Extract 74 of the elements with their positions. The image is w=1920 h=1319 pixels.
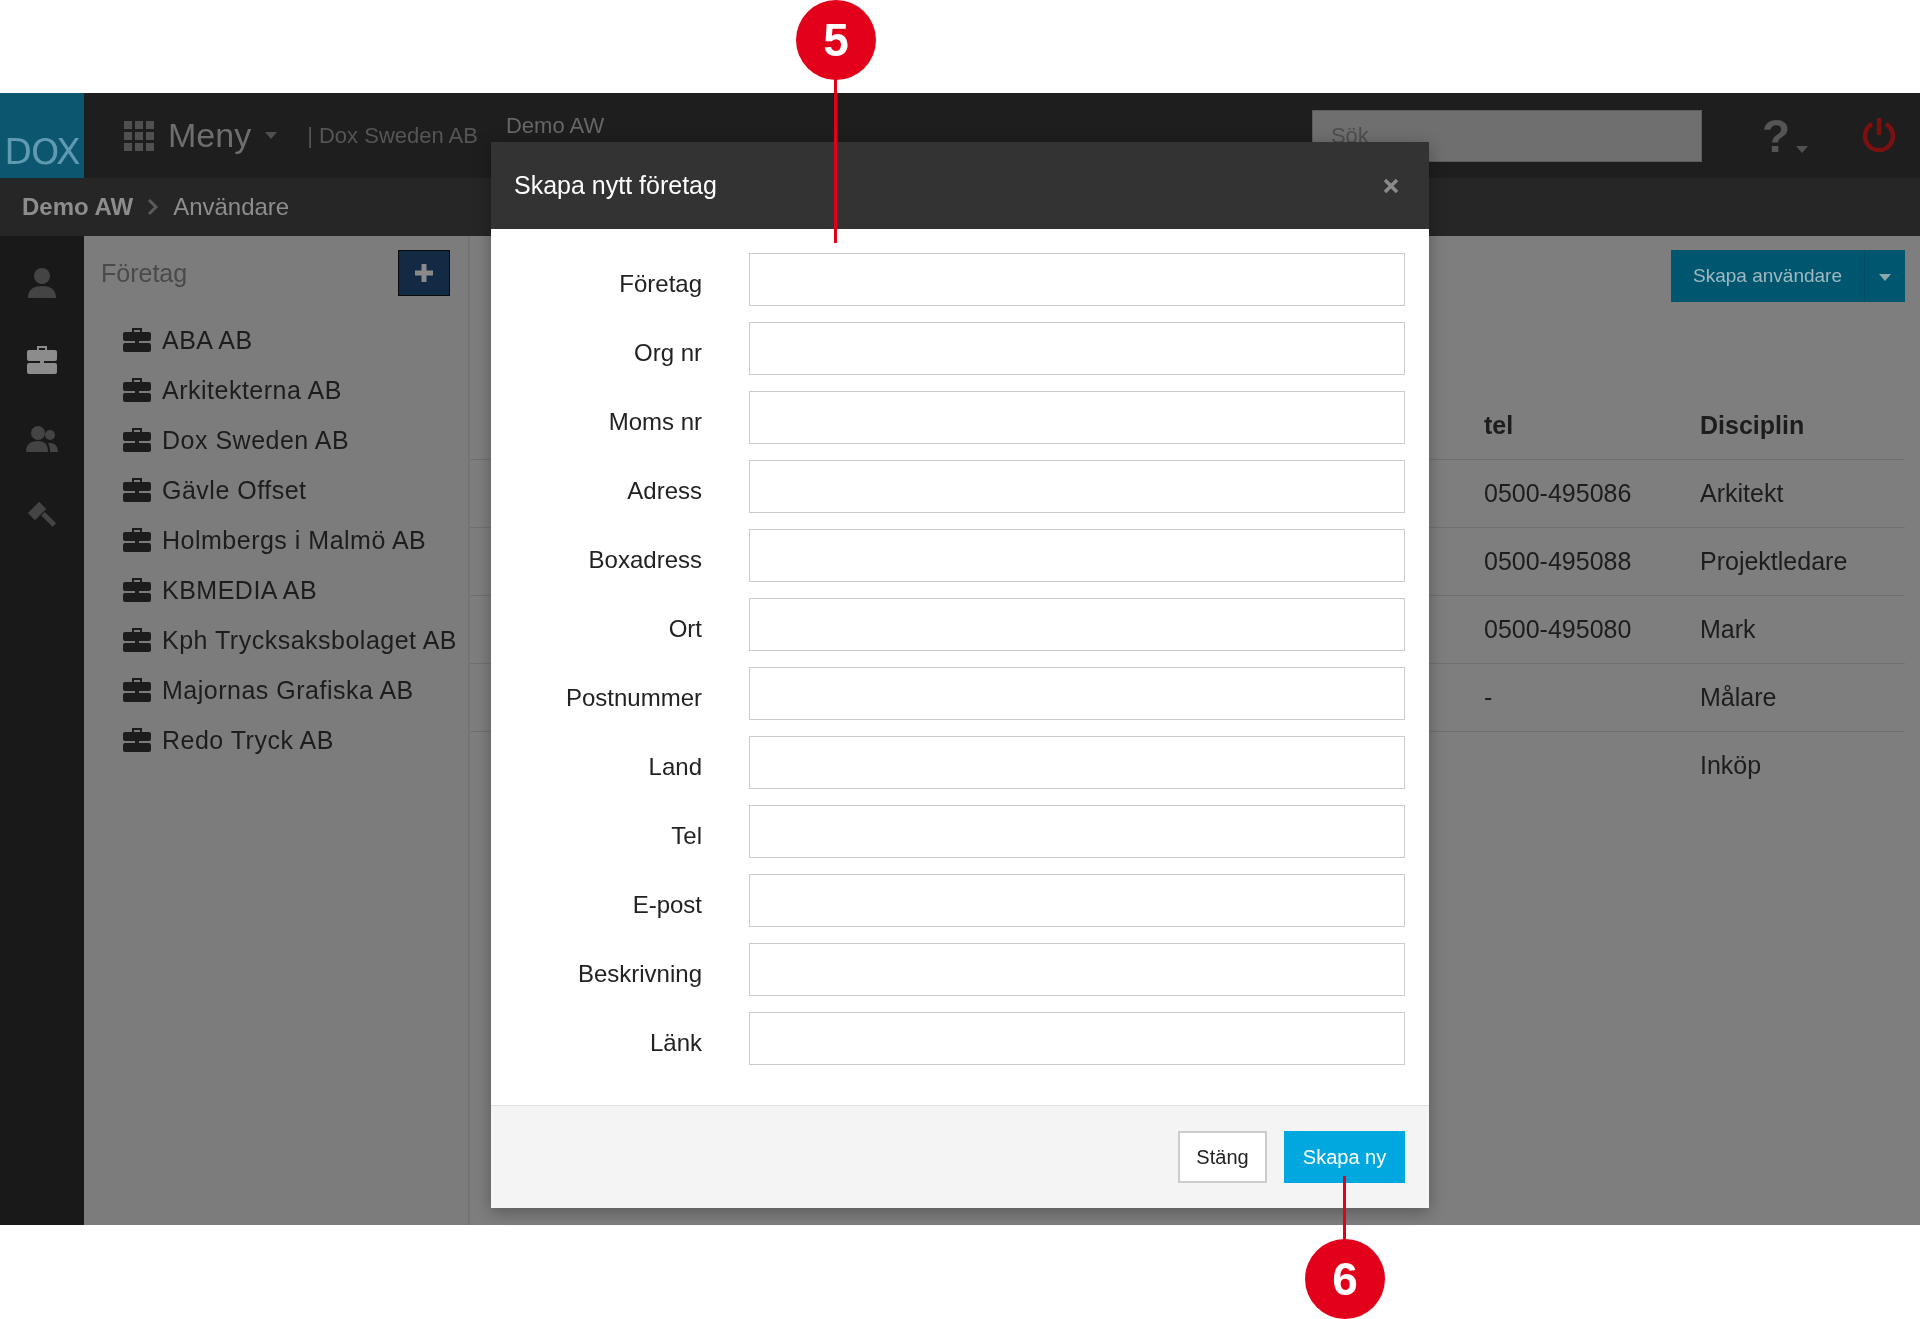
company-item[interactable]: Majornas Grafiska AB xyxy=(122,672,468,708)
table-cell: Målare xyxy=(1700,683,1777,712)
field-label: Org nr xyxy=(633,337,702,367)
field-label: Land xyxy=(647,751,702,781)
table-cell: Mark xyxy=(1700,615,1756,644)
company-item[interactable]: Gävle Offset xyxy=(122,472,468,508)
grid-icon xyxy=(124,120,154,151)
input-field[interactable] xyxy=(749,598,1405,651)
briefcase-icon xyxy=(122,477,152,503)
company-item[interactable]: Arkitekterna AB xyxy=(122,372,468,408)
create-button[interactable]: Skapa ny xyxy=(1284,1131,1405,1183)
field-label: Länk xyxy=(648,1027,702,1057)
briefcase-icon xyxy=(122,427,152,453)
caret-icon xyxy=(265,132,278,139)
table-cell-text: - xyxy=(1484,683,1494,712)
project-name[interactable]: Demo AW xyxy=(505,113,605,139)
briefcase-icon xyxy=(122,727,152,753)
table-cell: Inköp xyxy=(1700,751,1762,780)
briefcase-icon xyxy=(122,627,152,653)
column-header[interactable]: tel xyxy=(1484,411,1700,440)
add-button[interactable] xyxy=(398,250,450,296)
logo[interactable]: DOX xyxy=(0,93,84,178)
field-label: Boxadress xyxy=(587,544,702,574)
breadcrumb-item[interactable]: Användare xyxy=(173,193,290,221)
field-label: Beskrivning xyxy=(576,958,702,988)
company-item[interactable]: Dox Sweden AB xyxy=(122,422,468,458)
company-item[interactable]: KBMEDIA AB xyxy=(122,572,468,608)
input-field[interactable] xyxy=(749,736,1405,789)
briefcase-icon xyxy=(122,677,152,703)
logo-text: DOX xyxy=(4,131,80,172)
table-cell-text: 0500-495088 xyxy=(1484,547,1633,576)
input-field[interactable] xyxy=(749,460,1405,513)
close-icon[interactable] xyxy=(1383,177,1399,194)
dialog-title: Skapa nytt företag xyxy=(514,171,717,200)
field-label: Moms nr xyxy=(607,406,702,436)
input-field[interactable] xyxy=(749,943,1405,996)
menu-button[interactable]: Meny xyxy=(124,116,278,155)
column-header[interactable]: Disciplin xyxy=(1700,411,1805,440)
field-label: Tel xyxy=(670,820,702,850)
power-icon xyxy=(1860,116,1898,155)
field-label: Postnummer xyxy=(564,682,702,712)
field-label: Företag xyxy=(618,268,702,298)
input-field[interactable] xyxy=(749,253,1405,306)
field-label: Ort xyxy=(667,613,702,643)
input-field[interactable] xyxy=(749,1012,1405,1065)
field-label: E-post xyxy=(631,889,702,919)
chevron-icon xyxy=(147,198,160,216)
close-button[interactable]: Stäng xyxy=(1178,1131,1267,1183)
caret-icon xyxy=(1796,145,1808,153)
input-field[interactable] xyxy=(749,391,1405,444)
briefcase-icon xyxy=(122,527,152,553)
company-item[interactable]: Redo Tryck AB xyxy=(122,722,468,758)
input-field[interactable] xyxy=(749,667,1405,720)
user-icon[interactable] xyxy=(26,266,58,298)
briefcase-icon[interactable] xyxy=(26,344,58,376)
input-field[interactable] xyxy=(749,529,1405,582)
input-field[interactable] xyxy=(749,874,1405,927)
table-cell: Projektledare xyxy=(1700,547,1848,576)
table-cell: Arkitekt xyxy=(1700,479,1784,508)
company-item[interactable]: Kph Trycksaksbolaget AB xyxy=(122,622,468,658)
field-label: Adress xyxy=(626,475,702,505)
briefcase-icon xyxy=(122,577,152,603)
input-field[interactable] xyxy=(749,322,1405,375)
plus-icon xyxy=(415,264,433,282)
input-field[interactable] xyxy=(749,805,1405,858)
briefcase-icon xyxy=(122,327,152,353)
table-cell-text: 0500-495080 xyxy=(1484,615,1633,644)
company-item[interactable]: Holmbergs i Malmö AB xyxy=(122,522,468,558)
table-cell-text: 0500-495086 xyxy=(1484,479,1633,508)
help-menu[interactable]: ? xyxy=(1761,112,1808,159)
company-item[interactable]: ABA AB xyxy=(122,322,468,358)
briefcase-icon xyxy=(122,377,152,403)
breadcrumb-item[interactable]: Demo AW xyxy=(22,193,134,221)
caret-icon xyxy=(1879,273,1891,281)
